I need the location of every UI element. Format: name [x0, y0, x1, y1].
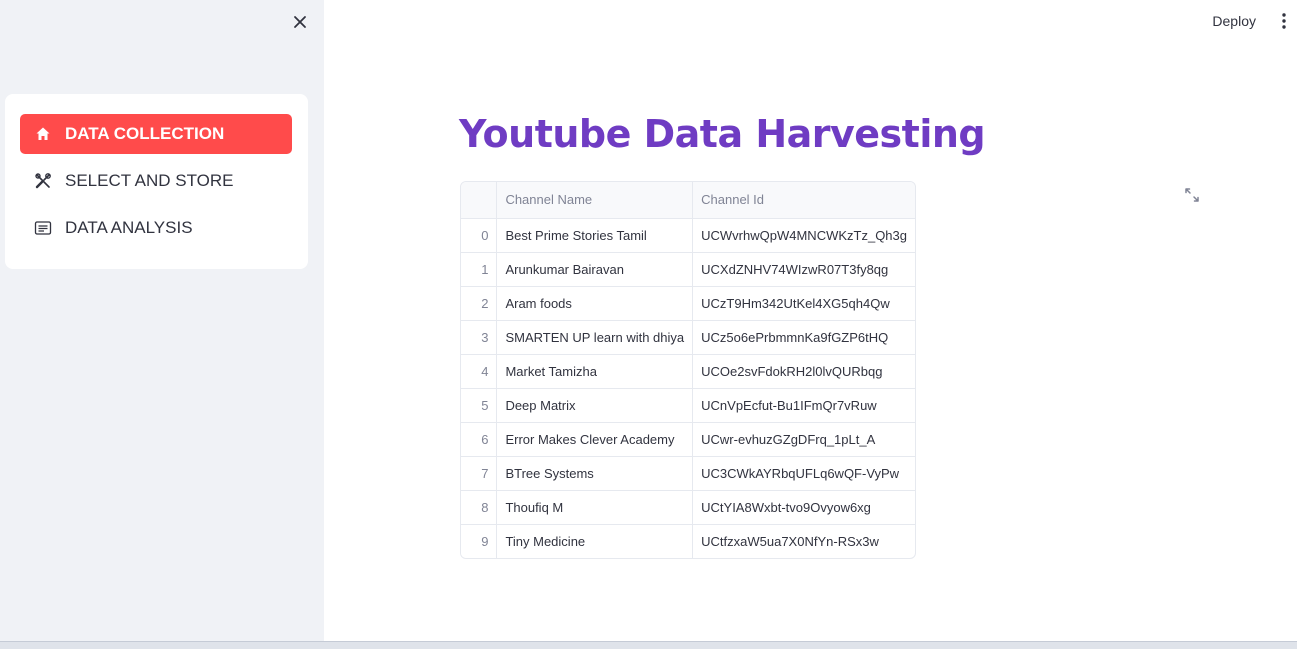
tools-icon — [34, 172, 52, 190]
nav-item-label: SELECT AND STORE — [65, 171, 234, 190]
cell-channel-name[interactable]: Error Makes Clever Academy — [496, 422, 694, 457]
nav-item-label: DATA ANALYSIS — [65, 218, 193, 237]
row-index: 5 — [461, 388, 498, 423]
table-row[interactable]: 7 BTree Systems UC3CWkAYRbqUFLq6wQF-VyPw — [461, 456, 915, 491]
table-header-row: Channel Name Channel Id — [461, 182, 915, 219]
cell-channel-name[interactable]: Best Prime Stories Tamil — [496, 218, 694, 253]
channel-table[interactable]: Channel Name Channel Id 0 Best Prime Sto… — [460, 181, 916, 559]
cell-channel-id[interactable]: UCwr-evhuzGZgDFrq_1pLt_A — [692, 422, 915, 457]
cell-channel-name[interactable]: Aram foods — [496, 286, 694, 321]
column-header-channel-id[interactable]: Channel Id — [692, 182, 915, 219]
cell-channel-id[interactable]: UCnVpEcfut-Bu1IFmQr7vRuw — [692, 388, 915, 423]
row-index: 0 — [461, 218, 498, 253]
nav-item-data-analysis[interactable]: DATA ANALYSIS — [20, 208, 292, 248]
cell-channel-id[interactable]: UCXdZNHV74WIzwR07T3fy8qg — [692, 252, 915, 287]
close-icon[interactable] — [290, 12, 310, 32]
row-index: 4 — [461, 354, 498, 389]
nav-item-label: DATA COLLECTION — [65, 124, 225, 143]
card-text-icon — [34, 219, 52, 237]
column-header-index[interactable] — [461, 182, 498, 219]
row-index: 2 — [461, 286, 498, 321]
nav-item-select-and-store[interactable]: SELECT AND STORE — [20, 161, 292, 201]
main-content: Deploy Youtube Data Harvesting Channel N… — [324, 0, 1297, 641]
deploy-button[interactable]: Deploy — [1212, 13, 1256, 29]
page-title: Youtube Data Harvesting — [459, 112, 986, 156]
column-header-channel-name[interactable]: Channel Name — [496, 182, 694, 219]
row-index: 3 — [461, 320, 498, 355]
table-row[interactable]: 4 Market Tamizha UCOe2svFdokRH2l0lvQURbq… — [461, 354, 915, 389]
cell-channel-name[interactable]: Arunkumar Bairavan — [496, 252, 694, 287]
row-index: 6 — [461, 422, 498, 457]
app-root: DATA COLLECTION SELECT AND STORE DATA AN… — [0, 0, 1297, 649]
cell-channel-name[interactable]: Tiny Medicine — [496, 524, 694, 558]
table-row[interactable]: 9 Tiny Medicine UCtfzxaW5ua7X0NfYn-RSx3w — [461, 524, 915, 558]
cell-channel-name[interactable]: Thoufiq M — [496, 490, 694, 525]
row-index: 9 — [461, 524, 498, 558]
row-index: 8 — [461, 490, 498, 525]
cell-channel-id[interactable]: UCzT9Hm342UtKel4XG5qh4Qw — [692, 286, 915, 321]
cell-channel-id[interactable]: UCtYIA8Wxbt-tvo9Ovyow6xg — [692, 490, 915, 525]
cell-channel-id[interactable]: UCtfzxaW5ua7X0NfYn-RSx3w — [693, 524, 915, 558]
sidebar: DATA COLLECTION SELECT AND STORE DATA AN… — [0, 0, 324, 649]
option-menu: DATA COLLECTION SELECT AND STORE DATA AN… — [5, 94, 308, 269]
cell-channel-id[interactable]: UCWvrhwQpW4MNCWKzTz_Qh3g — [692, 218, 915, 253]
window-bottom-edge — [0, 641, 1297, 649]
cell-channel-id[interactable]: UCz5o6ePrbmmnKa9fGZP6tHQ — [692, 320, 915, 355]
cell-channel-name[interactable]: BTree Systems — [496, 456, 694, 491]
house-icon — [34, 125, 52, 143]
table-row[interactable]: 1 Arunkumar Bairavan UCXdZNHV74WIzwR07T3… — [461, 252, 915, 287]
kebab-menu-icon[interactable] — [1279, 11, 1289, 31]
cell-channel-name[interactable]: Market Tamizha — [496, 354, 694, 389]
cell-channel-id[interactable]: UC3CWkAYRbqUFLq6wQF-VyPw — [692, 456, 915, 491]
cell-channel-name[interactable]: SMARTEN UP learn with dhiya — [496, 320, 694, 355]
table-row[interactable]: 3 SMARTEN UP learn with dhiya UCz5o6ePrb… — [461, 320, 915, 355]
table-row[interactable]: 0 Best Prime Stories Tamil UCWvrhwQpW4MN… — [461, 218, 915, 253]
cell-channel-id[interactable]: UCOe2svFdokRH2l0lvQURbqg — [692, 354, 915, 389]
cell-channel-name[interactable]: Deep Matrix — [496, 388, 694, 423]
table-row[interactable]: 6 Error Makes Clever Academy UCwr-evhuzG… — [461, 422, 915, 457]
row-index: 1 — [461, 252, 498, 287]
row-index: 7 — [461, 456, 498, 491]
table-row[interactable]: 8 Thoufiq M UCtYIA8Wxbt-tvo9Ovyow6xg — [461, 490, 915, 525]
nav-item-data-collection[interactable]: DATA COLLECTION — [20, 114, 292, 154]
table-row[interactable]: 2 Aram foods UCzT9Hm342UtKel4XG5qh4Qw — [461, 286, 915, 321]
table-row[interactable]: 5 Deep Matrix UCnVpEcfut-Bu1IFmQr7vRuw — [461, 388, 915, 423]
expand-icon[interactable] — [1184, 187, 1200, 203]
